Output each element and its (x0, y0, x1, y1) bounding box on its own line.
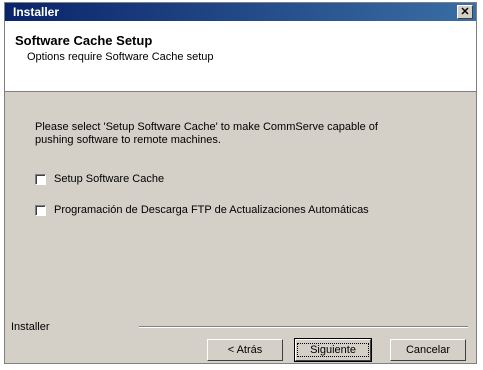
wizard-header: Software Cache Setup Options require Sof… (5, 21, 476, 92)
title-bar: Installer ✕ (5, 3, 476, 21)
footer-label: Installer (11, 321, 50, 333)
page-subtitle: Options require Software Cache setup (27, 51, 214, 63)
setup-software-cache-checkbox[interactable]: Setup Software Cache (35, 173, 164, 185)
checkbox-label: Programación de Descarga FTP de Actualiz… (54, 204, 369, 216)
cancel-button[interactable]: Cancelar (390, 339, 466, 361)
window-title: Installer (13, 5, 60, 19)
close-button[interactable]: ✕ (457, 5, 473, 19)
checkbox-label: Setup Software Cache (54, 173, 165, 185)
checkbox-box[interactable] (35, 173, 46, 185)
next-button[interactable]: Siguiente (294, 338, 372, 362)
back-button[interactable]: < Atrás (207, 339, 283, 361)
footer-divider (139, 326, 468, 328)
description-text: Please select 'Setup Software Cache' to … (35, 121, 378, 146)
checkbox-box[interactable] (35, 204, 46, 216)
next-button-label: Siguiente (297, 343, 369, 357)
ftp-download-schedule-checkbox[interactable]: Programación de Descarga FTP de Actualiz… (35, 204, 369, 216)
page-title: Software Cache Setup (15, 33, 153, 48)
cancel-button-label: Cancelar (405, 344, 451, 356)
installer-window: Installer ✕ Software Cache Setup Options… (4, 2, 477, 364)
close-icon: ✕ (460, 6, 470, 18)
back-button-label: < Atrás (227, 344, 263, 356)
